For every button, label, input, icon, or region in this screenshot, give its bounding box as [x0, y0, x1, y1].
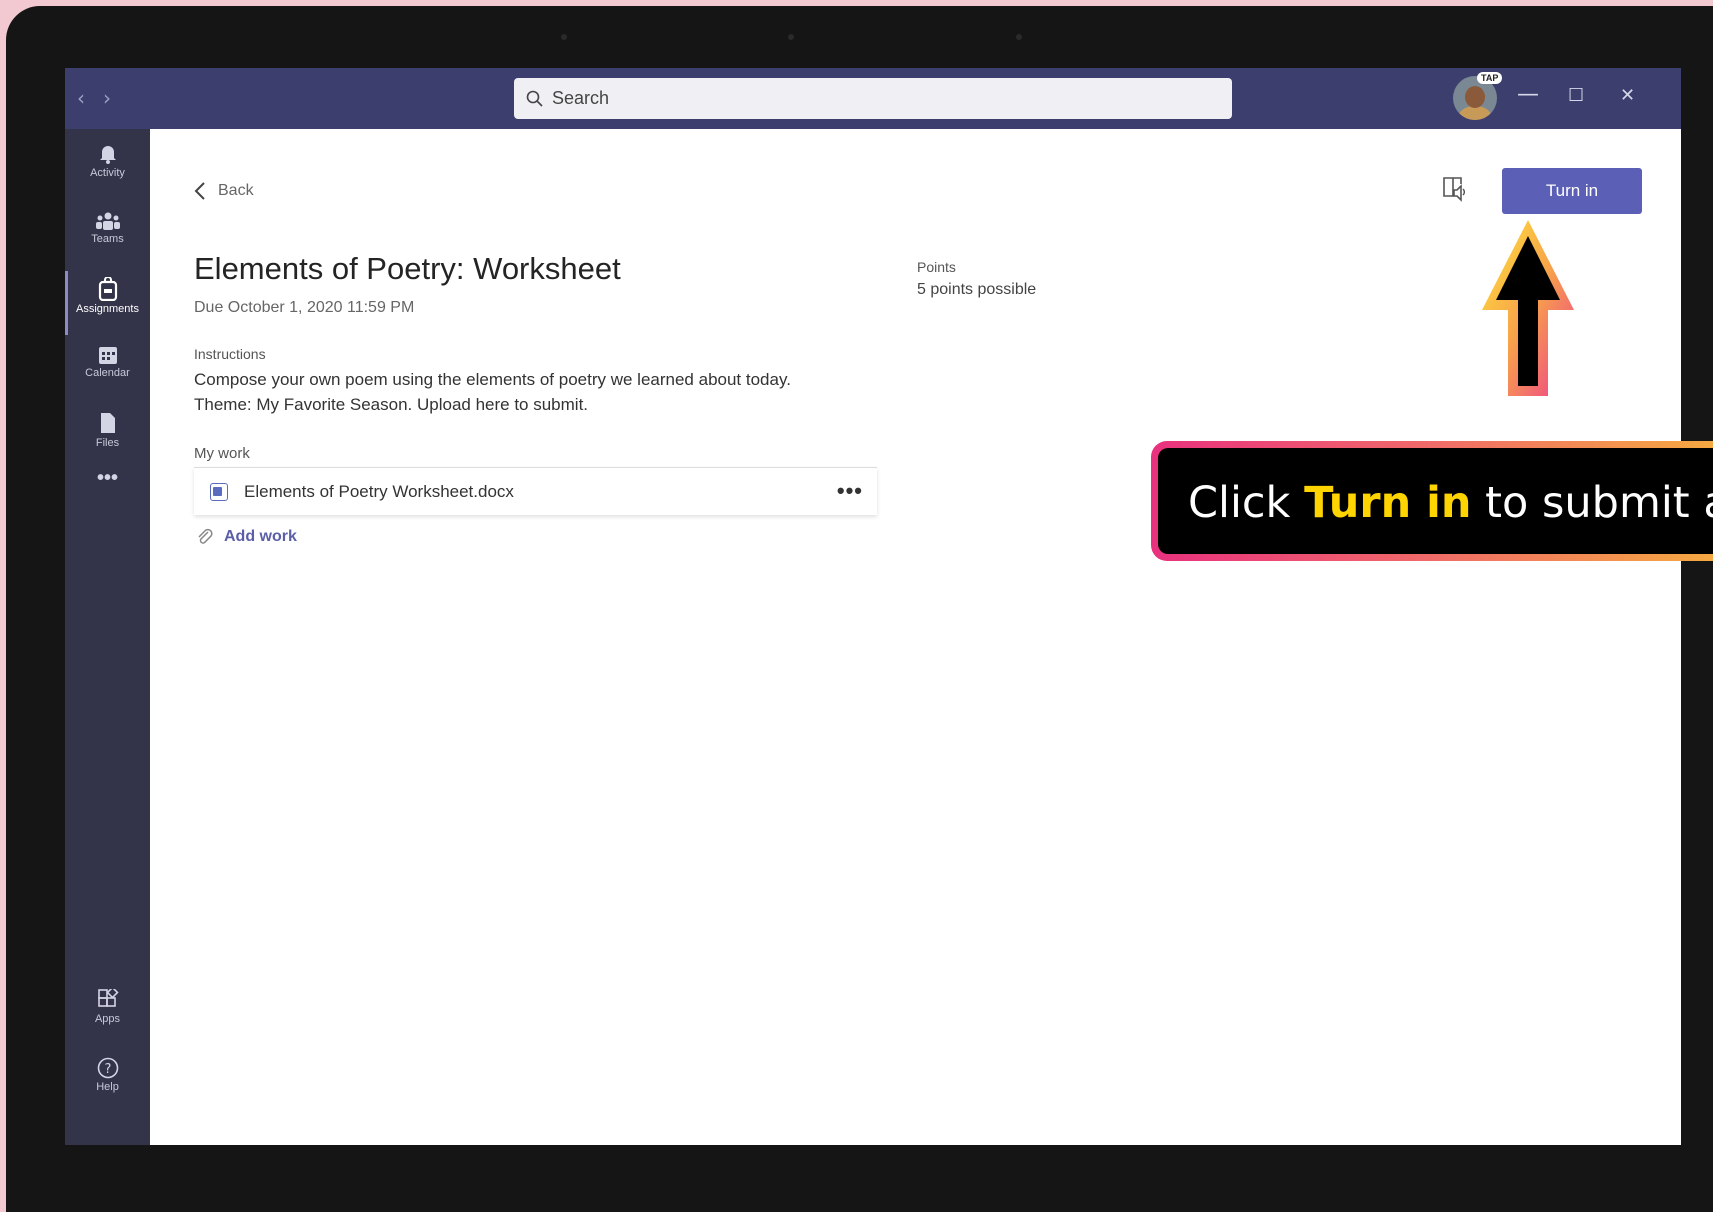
laptop-frame: ‹ › Search TAP — ☐ ✕ Activity Teams Assi…: [6, 6, 1713, 1212]
bell-icon: [99, 146, 116, 164]
files-icon: [100, 413, 115, 433]
due-date: Due October 1, 2020 11:59 PM: [194, 299, 415, 316]
immersive-reader-icon: [1443, 177, 1465, 202]
help-icon: ?: [97, 1057, 118, 1079]
up-arrow-icon: [1482, 220, 1574, 396]
assignment-detail: Back Elements of Poetry: Worksheet Due O…: [150, 129, 1681, 1145]
teams-icon: [95, 212, 120, 230]
file-more-options-button[interactable]: •••: [837, 478, 863, 504]
search-input[interactable]: Search: [514, 78, 1232, 119]
instructions-line: Compose your own poem using the elements…: [194, 370, 791, 389]
sensor-dot: [1016, 34, 1022, 40]
avatar-badge: TAP: [1477, 72, 1503, 84]
calendar-icon: [98, 347, 117, 364]
rail-item-teams[interactable]: Teams: [65, 211, 150, 245]
svg-text:?: ?: [104, 1062, 111, 1077]
minimize-button[interactable]: —: [1517, 82, 1539, 107]
word-doc-icon: [210, 482, 228, 501]
chevron-left-icon: [194, 182, 205, 200]
rail-item-apps[interactable]: Apps: [65, 989, 150, 1025]
rail-item-activity[interactable]: Activity: [65, 143, 150, 179]
rail-item-assignments[interactable]: Assignments: [65, 271, 150, 335]
rail-item-files[interactable]: Files: [65, 411, 150, 449]
rail-item-help[interactable]: ? Help: [65, 1057, 150, 1093]
instructions-label: Instructions: [194, 346, 266, 362]
points-label: Points: [917, 259, 956, 275]
attached-file[interactable]: Elements of Poetry Worksheet.docx •••: [194, 467, 877, 515]
search-placeholder: Search: [552, 88, 610, 108]
sensor-dot: [561, 34, 567, 40]
page-title: Elements of Poetry: Worksheet: [194, 251, 621, 286]
more-apps-icon[interactable]: •••: [65, 467, 150, 490]
immersive-reader-button[interactable]: [1441, 174, 1469, 207]
callout-highlight: Turn in: [1304, 478, 1472, 528]
add-work-label: Add work: [224, 528, 297, 545]
maximize-button[interactable]: ☐: [1568, 85, 1584, 106]
turn-in-button[interactable]: Turn in: [1502, 168, 1642, 214]
my-work-label: My work: [194, 445, 250, 462]
rail-item-calendar[interactable]: Calendar: [65, 345, 150, 379]
instructions-text: Compose your own poem using the elements…: [194, 367, 894, 417]
points-value: 5 points possible: [917, 281, 1037, 298]
nav-back-icon[interactable]: ‹: [77, 86, 85, 110]
search-icon: [526, 90, 543, 107]
teams-window: ‹ › Search TAP — ☐ ✕ Activity Teams Assi…: [65, 68, 1681, 1145]
avatar-face: [1465, 86, 1485, 108]
app-rail: Activity Teams Assignments Calendar File…: [65, 129, 150, 1145]
add-work-button[interactable]: Add work: [196, 527, 297, 547]
nav-forward-icon[interactable]: ›: [103, 86, 111, 110]
title-bar: ‹ › Search TAP — ☐ ✕: [65, 68, 1681, 129]
camera-bar: [6, 6, 1713, 66]
close-button[interactable]: ✕: [1620, 85, 1635, 106]
back-button[interactable]: Back: [194, 181, 254, 201]
back-label: Back: [218, 182, 254, 199]
assignments-icon: [98, 277, 117, 301]
instruction-callout: Click Turn in to submit as: [1151, 441, 1713, 561]
apps-icon: [97, 989, 119, 1007]
callout-text: Click Turn in to submit as: [1158, 448, 1713, 554]
camera-dot: [788, 34, 794, 40]
instructions-line: Theme: My Favorite Season. Upload here t…: [194, 395, 589, 414]
paperclip-icon: [198, 528, 213, 544]
file-name: Elements of Poetry Worksheet.docx: [244, 481, 514, 501]
avatar-body: [1459, 106, 1491, 120]
